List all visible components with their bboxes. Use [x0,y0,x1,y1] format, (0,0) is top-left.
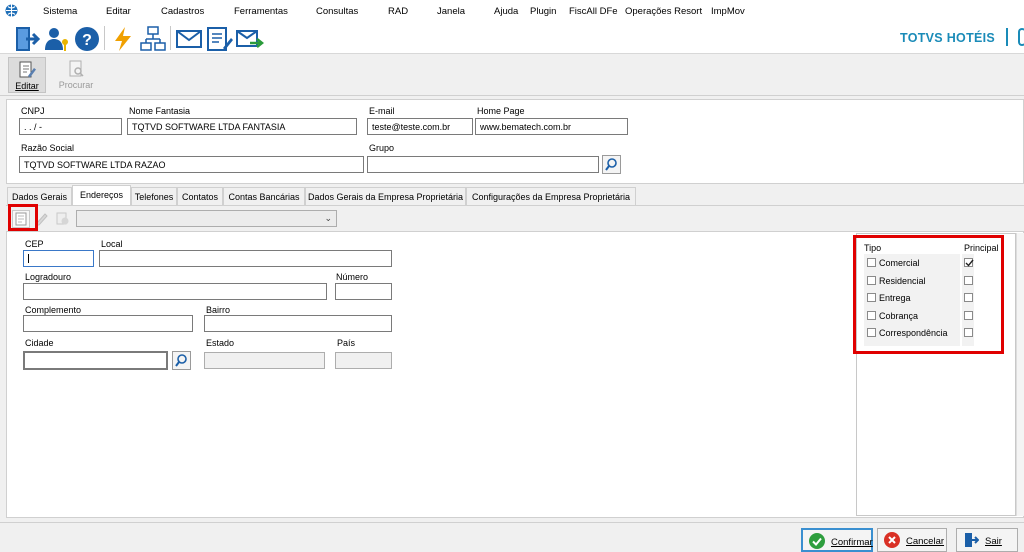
hierarchy-icon[interactable] [138,24,168,54]
tab-contas-bancarias[interactable]: Contas Bancárias [223,187,305,205]
cancel-x-icon [884,532,900,548]
delete-disabled-icon [56,212,69,225]
menu-plugin[interactable]: Plugin [530,6,556,17]
menu-impmov[interactable]: ImpMov [711,6,745,17]
highlight-new-button [8,204,38,231]
tab-telefones[interactable]: Telefones [131,187,177,205]
magnifier-icon [605,158,617,171]
menu-consultas[interactable]: Consultas [316,6,358,17]
pais-field [335,352,392,369]
local-field[interactable] [99,250,392,267]
grupo-lookup-button[interactable] [602,155,621,174]
search-document-icon [69,60,84,77]
cidade-field[interactable] [23,351,168,370]
exit-button-label: Sair [985,536,1002,547]
tab-configuracoes-empresa[interactable]: Configurações da Empresa Proprietária [466,187,636,205]
email-label: E-mail [369,106,395,116]
complemento-label: Complemento [25,305,82,315]
menu-bar: Sistema Editar Cadastros Ferramentas Con… [0,0,1024,22]
menu-sistema[interactable]: Sistema [43,6,77,17]
logradouro-field[interactable] [23,283,327,300]
bairro-field[interactable] [204,315,392,332]
highlight-tipo-panel [853,235,1004,354]
nome-fantasia-label: Nome Fantasia [129,106,191,116]
home-page-label: Home Page [477,106,525,116]
cnpj-field[interactable]: . . / - [19,118,122,135]
main-toolbar: ? TOTVS HOTÉIS [0,22,1024,54]
logout-door-icon[interactable] [12,24,42,54]
grupo-label: Grupo [369,143,395,153]
chevron-down-icon: ⌄ [324,213,332,223]
address-subtoolbar: ⌄ [6,205,1024,230]
document-edit-icon[interactable] [204,24,234,54]
cidade-lookup-button[interactable] [172,351,191,370]
brand-logo-mark [1018,28,1024,46]
exit-button[interactable]: Sair [956,528,1018,552]
tab-enderecos[interactable]: Endereços [72,185,131,206]
delete-address-button[interactable] [54,210,72,228]
menu-janela[interactable]: Janela [437,6,465,17]
address-select[interactable]: ⌄ [76,210,337,227]
bottom-button-bar: Confirmar Cancelar Sair [0,522,1024,552]
home-page-field[interactable]: www.bematech.com.br [475,118,628,135]
cidade-label: Cidade [25,338,54,348]
confirm-button-label: Confirmar [831,537,873,548]
grupo-field[interactable] [367,156,599,173]
brand-logo-text: TOTVS HOTÉIS [900,31,996,45]
edit-button[interactable]: Editar [8,57,46,93]
cep-label: CEP [25,239,44,249]
tab-contatos[interactable]: Contatos [177,187,223,205]
menu-ferramentas[interactable]: Ferramentas [234,6,288,17]
email-field[interactable]: teste@teste.com.br [367,118,473,135]
tab-dados-gerais[interactable]: Dados Gerais [7,187,72,205]
numero-field[interactable] [335,283,392,300]
cep-field[interactable] [23,250,94,267]
razao-social-label: Razão Social [21,143,75,153]
app-globe-icon[interactable] [5,4,18,17]
confirm-check-icon [809,533,825,549]
confirm-button[interactable]: Confirmar [801,528,873,552]
estado-label: Estado [206,338,235,348]
vertical-scrollbar[interactable] [1016,233,1024,516]
exit-door-icon [963,532,980,548]
razao-social-field[interactable]: TQTVD SOFTWARE LTDA RAZAO [19,156,364,173]
pais-label: País [337,338,356,348]
logradouro-label: Logradouro [25,272,72,282]
brand-divider [1006,28,1008,46]
nome-fantasia-field[interactable]: TQTVD SOFTWARE LTDA FANTASIA [127,118,357,135]
cancel-button-label: Cancelar [906,536,945,547]
estado-field [204,352,325,369]
local-label: Local [101,239,123,249]
menu-ajuda[interactable]: Ajuda [494,6,518,17]
menu-editar[interactable]: Editar [106,6,131,17]
menu-operacoes-resort[interactable]: Operações Resort [625,6,702,17]
cancel-button[interactable]: Cancelar [877,528,947,552]
search-button[interactable]: Procurar [57,57,95,93]
envelope-icon[interactable] [174,24,204,54]
action-bar: Editar Procurar [0,54,1024,96]
search-button-label: Procurar [58,80,94,90]
edit-button-label: Editar [15,81,39,91]
lightning-icon[interactable] [108,24,138,54]
user-key-icon[interactable] [42,24,72,54]
menu-fiscall-dfe[interactable]: FiscAll DFe [569,6,618,17]
svg-text:?: ? [82,32,92,49]
bairro-label: Bairro [206,305,231,315]
send-mail-icon[interactable] [234,24,265,54]
cnpj-label: CNPJ [21,106,45,116]
numero-label: Número [336,272,369,282]
menu-cadastros[interactable]: Cadastros [161,6,204,17]
tab-dados-gerais-empresa[interactable]: Dados Gerais da Empresa Proprietária [305,187,466,205]
edit-pencil-icon [19,61,36,78]
help-icon[interactable]: ? [72,24,102,54]
menu-rad[interactable]: RAD [388,6,408,17]
magnifier-icon [175,354,187,367]
complemento-field[interactable] [23,315,193,332]
